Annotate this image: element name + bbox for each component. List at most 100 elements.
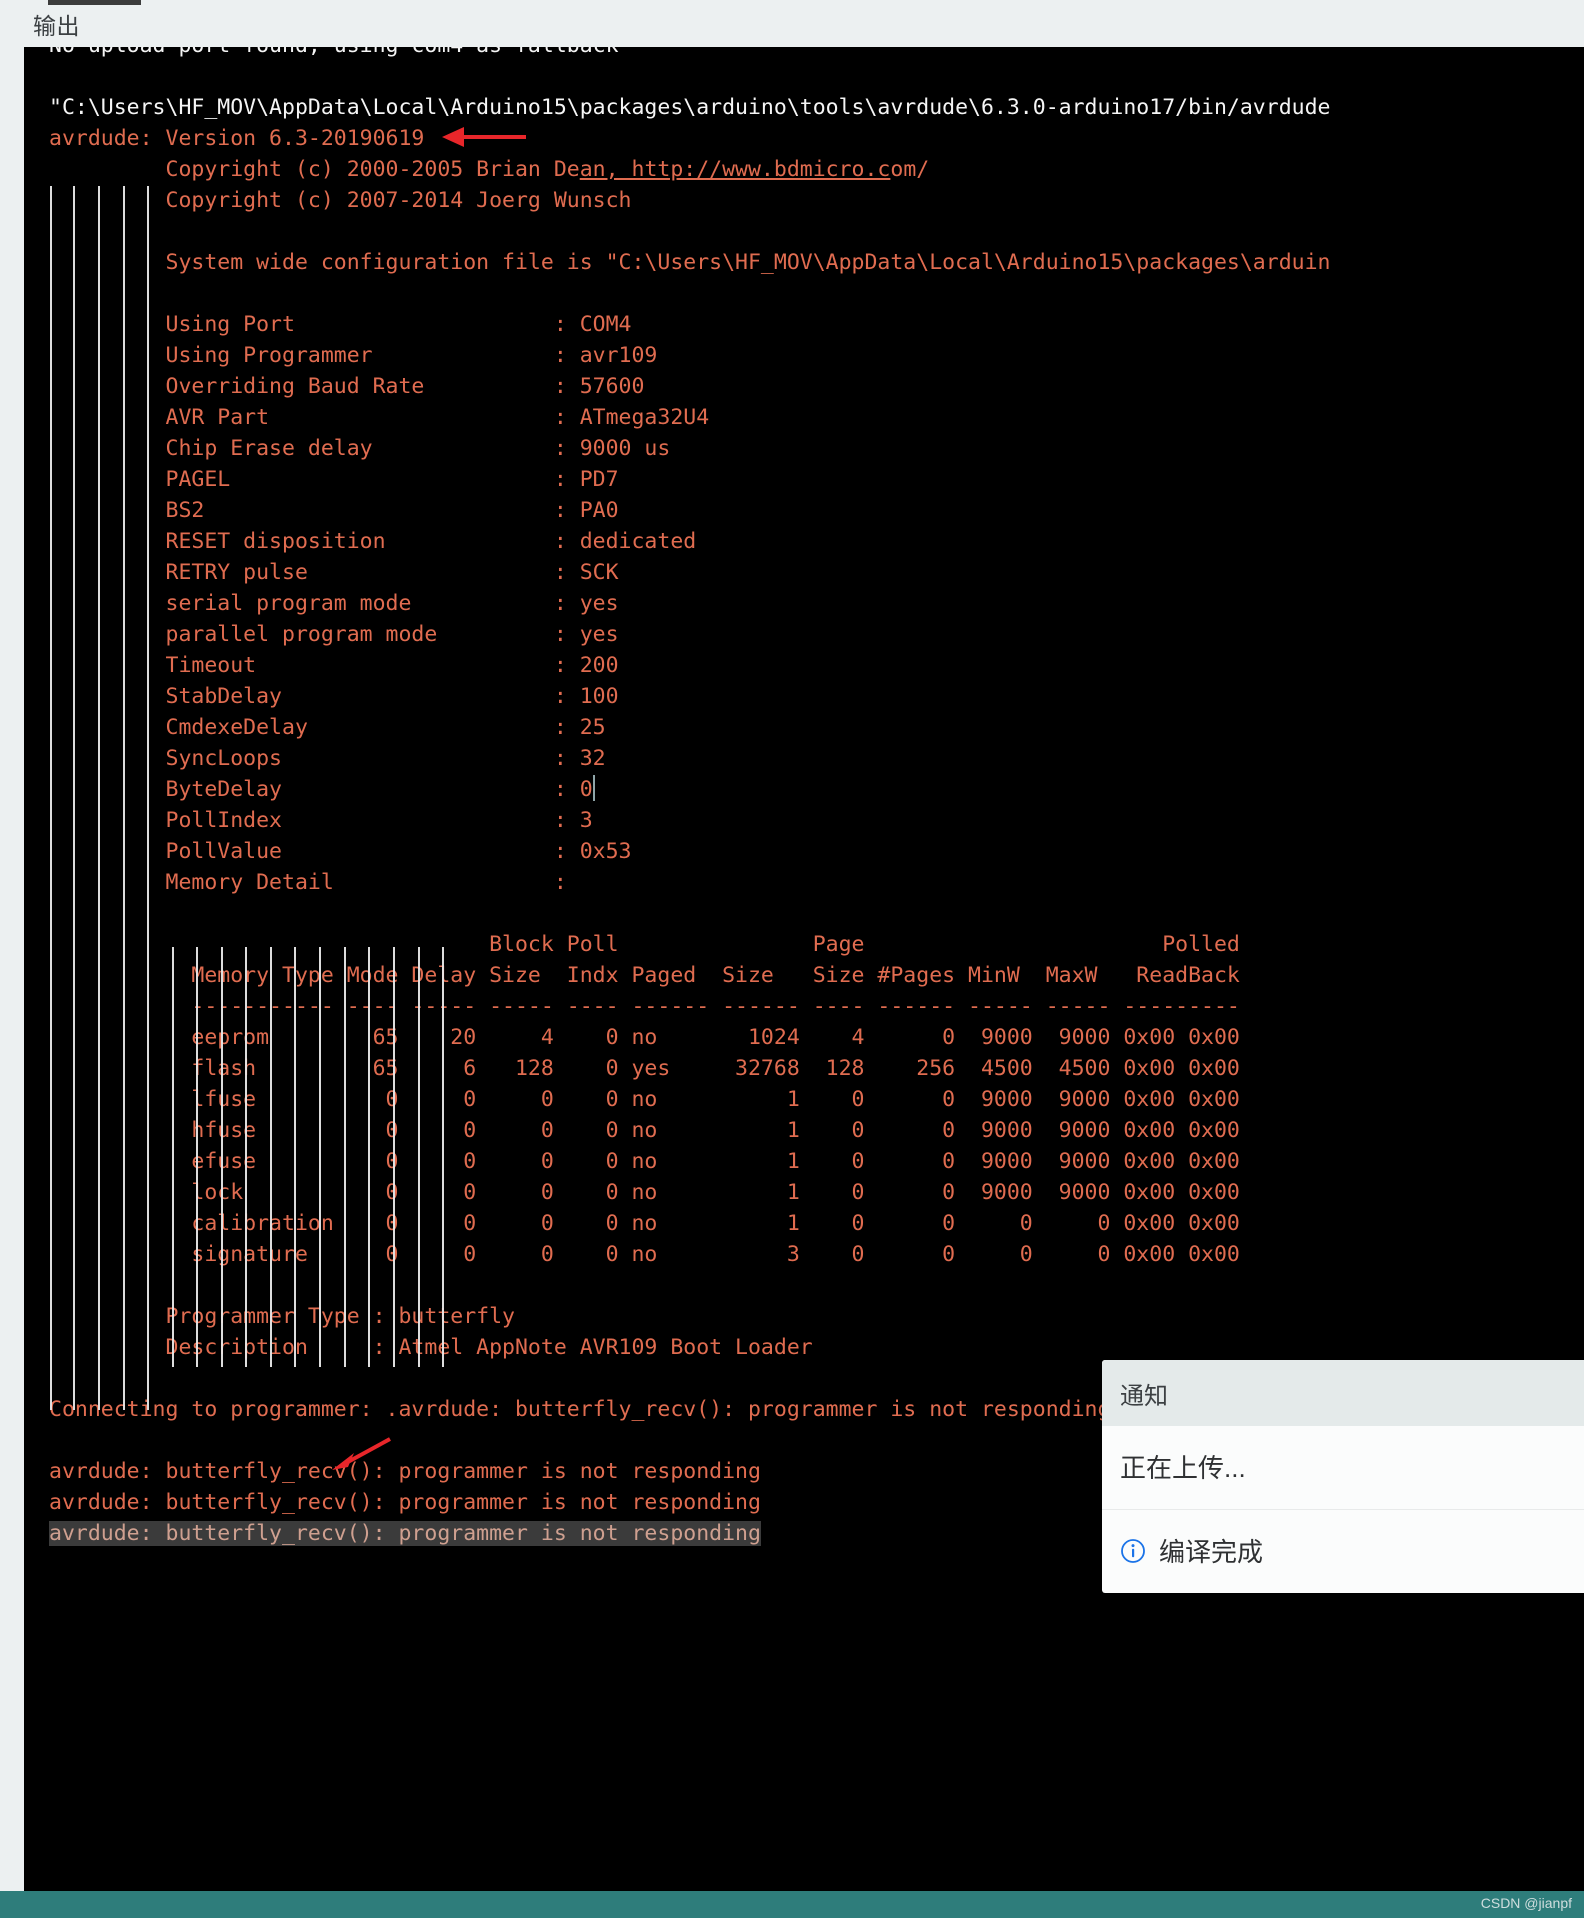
console-line-text: avrdude: butterfly_recv(): programmer is…: [49, 1490, 761, 1515]
console-line-text: PAGEL : PD7: [49, 467, 619, 492]
console-line-text: avrdude: butterfly_recv(): programmer is…: [49, 1521, 761, 1546]
console-line-text: efuse 0 0 0 0 no 1 0 0 9000 9000 0x00 0x…: [49, 1149, 1240, 1174]
console-line-text: avrdude: butterfly_recv(): programmer is…: [49, 1459, 761, 1484]
console-line: signature 0 0 0 0 no 3 0 0 0 0 0x00 0x00: [49, 1239, 1330, 1270]
console-line-text: Description : Atmel AppNote AVR109 Boot …: [49, 1335, 813, 1360]
console-line-text: serial program mode : yes: [49, 591, 619, 616]
console-line-text: No upload port found, using com4 as fall…: [49, 47, 619, 58]
console-line-text: calibration 0 0 0 0 no 1 0 0 0 0 0x00 0x…: [49, 1211, 1240, 1236]
console-line: Chip Erase delay : 9000 us: [49, 433, 1330, 464]
console-line: lfuse 0 0 0 0 no 1 0 0 9000 9000 0x00 0x…: [49, 1084, 1330, 1115]
notification-title: 通知: [1102, 1360, 1584, 1426]
console-line: Block Poll Page Polled: [49, 929, 1330, 960]
console-line: Using Programmer : avr109: [49, 340, 1330, 371]
console-line: Programmer Type : butterfly: [49, 1301, 1330, 1332]
output-console[interactable]: No upload port found, using com4 as fall…: [24, 47, 1584, 1891]
console-line-text: parallel program mode : yes: [49, 622, 619, 647]
indent-guide: [393, 947, 395, 1367]
indent-guide: [294, 947, 296, 1367]
active-tab-indicator: [48, 0, 141, 5]
console-line: ----------- ---- ----- ----- ---- ------…: [49, 991, 1330, 1022]
panel-header: 输出: [0, 0, 1584, 47]
console-line-text: Programmer Type : butterfly: [49, 1304, 515, 1329]
console-line-text: Memory Type Mode Delay Size Indx Paged S…: [49, 963, 1240, 988]
console-line-text: BS2 : PA0: [49, 498, 619, 523]
notification-compiled-label: 编译完成: [1159, 1537, 1264, 1567]
indent-guide: [172, 947, 174, 1367]
bdmicro-link[interactable]: an, http://www.bdmicro.c: [580, 157, 891, 182]
notification-item-compiled: 编译完成: [1102, 1510, 1584, 1593]
output-panel-root: 输出 No upload port found, using com4 as f…: [0, 0, 1584, 1918]
console-line-text: hfuse 0 0 0 0 no 1 0 0 9000 9000 0x00 0x…: [49, 1118, 1240, 1143]
console-line: eeprom 65 20 4 0 no 1024 4 0 9000 9000 0…: [49, 1022, 1330, 1053]
console-line-text: RETRY pulse : SCK: [49, 560, 619, 585]
indent-guide: [73, 186, 75, 1410]
console-line-text: PollIndex : 3: [49, 808, 593, 833]
console-line-text: Timeout : 200: [49, 653, 619, 678]
console-line: BS2 : PA0: [49, 495, 1330, 526]
indent-guide: [270, 947, 272, 1367]
console-line-text: Using Port : COM4: [49, 312, 632, 337]
console-line-text: Copyright (c) 2007-2014 Joerg Wunsch: [49, 188, 632, 213]
console-line: No upload port found, using com4 as fall…: [49, 47, 1330, 61]
console-line: Memory Detail :: [49, 867, 1330, 898]
console-wrapper: No upload port found, using com4 as fall…: [0, 47, 1584, 1918]
console-line-text: SyncLoops : 32: [49, 746, 606, 771]
console-line: PAGEL : PD7: [49, 464, 1330, 495]
console-line: lock 0 0 0 0 no 1 0 0 9000 9000 0x00 0x0…: [49, 1177, 1330, 1208]
console-line-text: flash 65 6 128 0 yes 32768 128 256 4500 …: [49, 1056, 1240, 1081]
console-line-text: signature 0 0 0 0 no 3 0 0 0 0 0x00 0x00: [49, 1242, 1240, 1267]
console-line-text: lfuse 0 0 0 0 no 1 0 0 9000 9000 0x00 0x…: [49, 1087, 1240, 1112]
console-line-text: PollValue : 0x53: [49, 839, 632, 864]
console-line-text: lock 0 0 0 0 no 1 0 0 9000 9000 0x00 0x0…: [49, 1180, 1240, 1205]
console-line-text: System wide configuration file is "C:\Us…: [49, 250, 1331, 275]
console-line: Copyright (c) 2000-2005 Brian Dean, http…: [49, 154, 1330, 185]
console-line: Memory Type Mode Delay Size Indx Paged S…: [49, 960, 1330, 991]
console-line-text: Connecting to programmer: .avrdude: butt…: [49, 1397, 1111, 1422]
console-line-text: Memory Detail :: [49, 870, 567, 895]
console-line: AVR Part : ATmega32U4: [49, 402, 1330, 433]
console-line: calibration 0 0 0 0 no 1 0 0 0 0 0x00 0x…: [49, 1208, 1330, 1239]
console-line-text: Using Programmer : avr109: [49, 343, 658, 368]
console-gutter: [0, 47, 24, 1918]
console-line: parallel program mode : yes: [49, 619, 1330, 650]
console-line: Copyright (c) 2007-2014 Joerg Wunsch: [49, 185, 1330, 216]
console-line-text: Block Poll Page Polled: [49, 932, 1240, 957]
indent-guide: [418, 947, 420, 1367]
console-line-text: "C:\Users\HF_MOV\AppData\Local\Arduino15…: [49, 95, 1331, 120]
console-line: PollValue : 0x53: [49, 836, 1330, 867]
console-line-text: eeprom 65 20 4 0 no 1024 4 0 9000 9000 0…: [49, 1025, 1240, 1050]
indent-guide: [123, 186, 125, 1410]
console-line: ByteDelay : 0: [49, 774, 1330, 805]
console-line-text: ByteDelay : 0: [49, 777, 593, 802]
console-line-text: Copyright (c) 2000-2005 Brian Dean, http…: [49, 157, 930, 182]
console-line: hfuse 0 0 0 0 no 1 0 0 9000 9000 0x00 0x…: [49, 1115, 1330, 1146]
console-text-block: No upload port found, using com4 as fall…: [49, 47, 1330, 1549]
indent-guide: [245, 947, 247, 1367]
console-line: avrdude: Version 6.3-20190619: [49, 123, 1330, 154]
indent-guide: [98, 186, 100, 1410]
console-line: Timeout : 200: [49, 650, 1330, 681]
indent-guide: [196, 947, 198, 1367]
info-circle-icon: [1120, 1538, 1146, 1564]
notification-popup[interactable]: 通知 正在上传... 编译完成: [1102, 1360, 1584, 1593]
console-line-text: Chip Erase delay : 9000 us: [49, 436, 671, 461]
console-line: RETRY pulse : SCK: [49, 557, 1330, 588]
indent-guide: [50, 186, 52, 1410]
console-line: "C:\Users\HF_MOV\AppData\Local\Arduino15…: [49, 92, 1330, 123]
indent-guide: [147, 186, 149, 1410]
console-line: SyncLoops : 32: [49, 743, 1330, 774]
console-line: Using Port : COM4: [49, 309, 1330, 340]
console-line: serial program mode : yes: [49, 588, 1330, 619]
console-line-text: StabDelay : 100: [49, 684, 619, 709]
tab-output[interactable]: 输出: [33, 7, 80, 41]
console-line: CmdexeDelay : 25: [49, 712, 1330, 743]
watermark-label: CSDN @jianpf: [1480, 1895, 1572, 1911]
console-line: efuse 0 0 0 0 no 1 0 0 9000 9000 0x00 0x…: [49, 1146, 1330, 1177]
status-bar: CSDN @jianpf: [0, 1891, 1584, 1918]
console-line: System wide configuration file is "C:\Us…: [49, 247, 1330, 278]
